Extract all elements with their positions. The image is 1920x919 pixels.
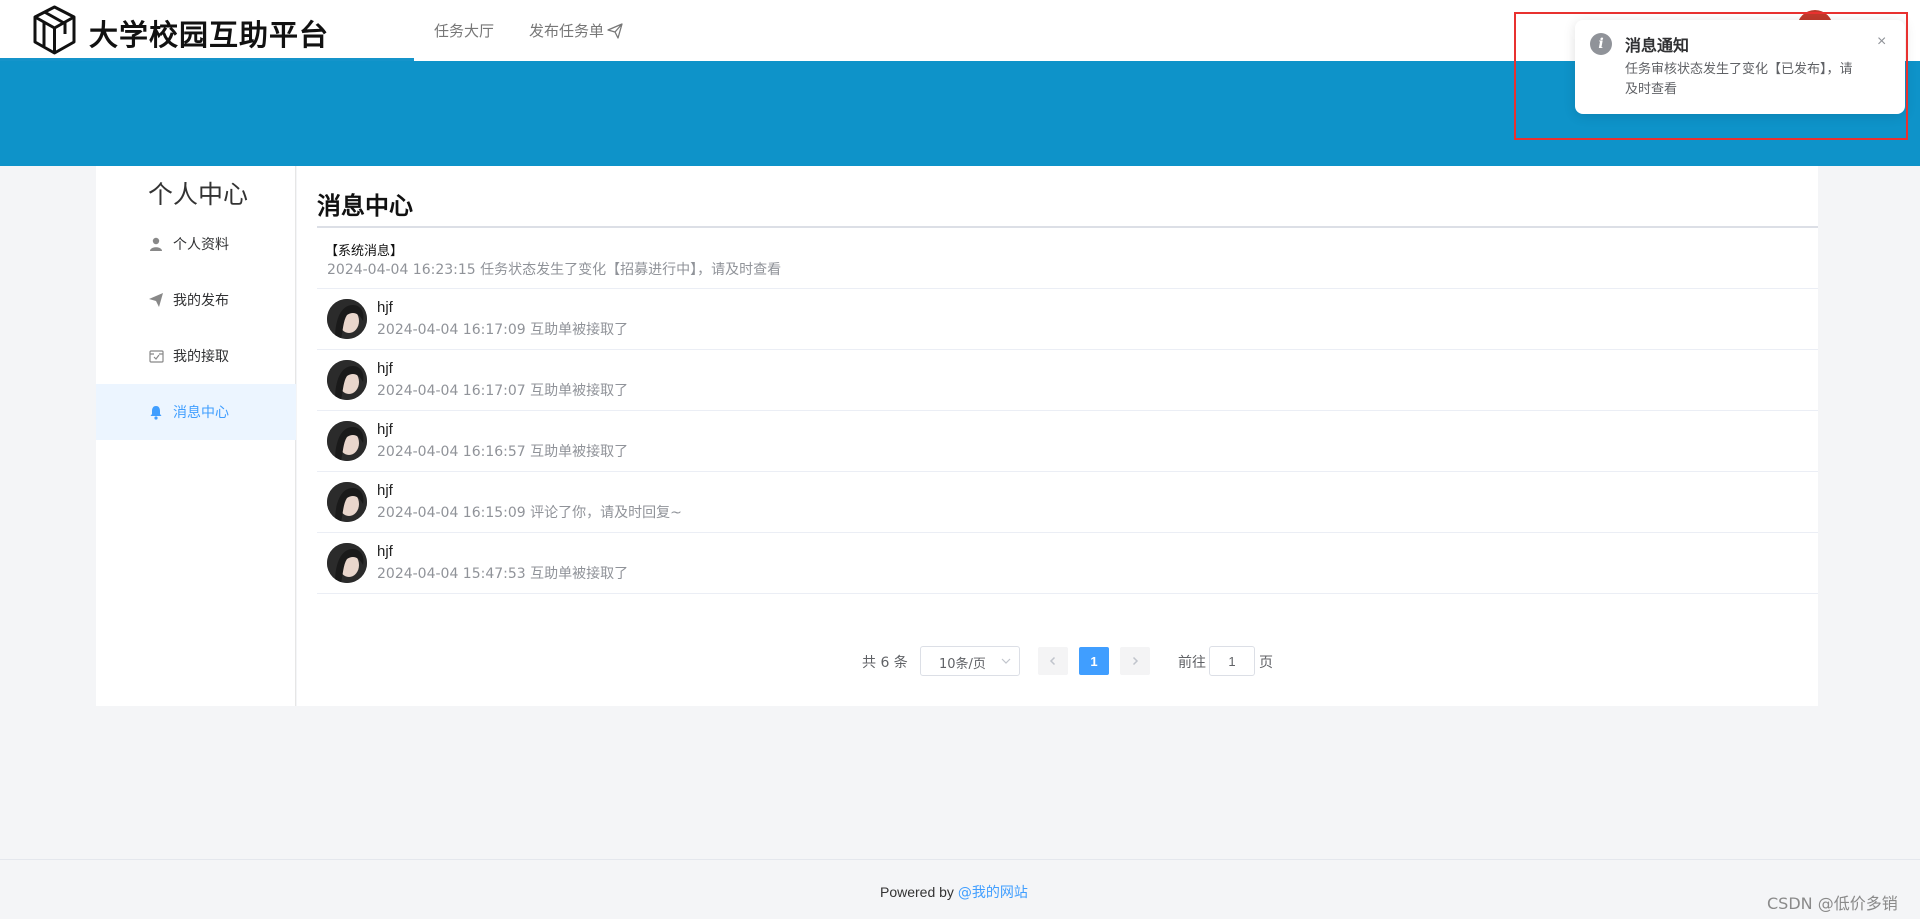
sidebar: 个人中心 个人资料 我的发布 我的接取 消息中心 [96, 166, 296, 706]
next-page-button[interactable] [1120, 647, 1150, 675]
chevron-left-icon [1049, 656, 1056, 666]
avatar [327, 360, 367, 400]
avatar [327, 421, 367, 461]
chevron-right-icon [1132, 656, 1139, 666]
goto-label: 前往 [1178, 655, 1206, 671]
user-icon [148, 236, 164, 252]
bell-icon [148, 404, 164, 420]
message-text: 2024-04-04 16:17:09 互助单被接取了 [377, 322, 629, 338]
message-text: 2024-04-04 16:15:09 评论了你，请及时回复~ [377, 505, 682, 521]
footer-prefix: Powered by [880, 884, 958, 900]
message-center-panel: 消息中心 【系统消息】 2024-04-04 16:23:15 任务状态发生了变… [297, 166, 1818, 706]
message-text: 2024-04-04 16:16:57 互助单被接取了 [377, 444, 629, 460]
list-item[interactable]: hjf 2024-04-04 16:16:57 互助单被接取了 [317, 411, 1818, 472]
nav-task-hall[interactable]: 任务大厅 [434, 20, 494, 41]
pagination-total: 共 6 条 [862, 655, 908, 671]
sender-name: hjf [377, 360, 393, 377]
send-icon [148, 292, 164, 308]
prev-page-button[interactable] [1038, 647, 1068, 675]
logo-cube-icon[interactable] [31, 4, 78, 56]
page-unit-label: 页 [1259, 655, 1273, 671]
highlight-box [1514, 12, 1908, 140]
page-size-value: 10条/页 [939, 657, 986, 672]
page-size-select[interactable]: 10条/页 [920, 646, 1020, 676]
sender-name: hjf [377, 421, 393, 438]
avatar [327, 543, 367, 583]
footer: Powered by @我的网站 [0, 859, 1920, 919]
footer-site-link[interactable]: @我的网站 [958, 885, 1028, 901]
sidebar-item-profile[interactable]: 个人资料 [96, 216, 296, 272]
sidebar-item-label: 消息中心 [173, 405, 229, 421]
nav-publish-label: 发布任务单 [529, 22, 605, 40]
message-text: 2024-04-04 16:17:07 互助单被接取了 [377, 383, 629, 399]
sidebar-item-label: 我的接取 [173, 349, 229, 365]
nav-publish-task[interactable]: 发布任务单 [529, 20, 623, 41]
pagination: 共 6 条 10条/页 1 前往 页 [297, 646, 1818, 676]
watermark: CSDN @低价多销 [1767, 894, 1898, 913]
list-item[interactable]: hjf 2024-04-04 15:47:53 互助单被接取了 [317, 533, 1818, 594]
page-title: 消息中心 [317, 192, 413, 220]
avatar [327, 299, 367, 339]
sidebar-title: 个人中心 [148, 180, 249, 209]
goto-page-input[interactable] [1209, 646, 1255, 676]
system-message-item[interactable]: 【系统消息】 2024-04-04 16:23:15 任务状态发生了变化【招募进… [317, 228, 1818, 289]
chevron-down-icon [1001, 655, 1011, 670]
system-message-header: 【系统消息】 [325, 244, 404, 259]
page-number-button[interactable]: 1 [1079, 647, 1109, 675]
footer-text: Powered by @我的网站 [880, 882, 1028, 902]
sidebar-item-my-posts[interactable]: 我的发布 [96, 272, 296, 328]
sender-name: hjf [377, 299, 393, 316]
sidebar-item-my-accepted[interactable]: 我的接取 [96, 328, 296, 384]
sender-name: hjf [377, 482, 393, 499]
sender-name: hjf [377, 543, 393, 560]
system-message-text: 2024-04-04 16:23:15 任务状态发生了变化【招募进行中】，请及时… [327, 262, 782, 278]
paper-plane-icon [607, 23, 623, 39]
sidebar-item-label: 个人资料 [173, 237, 229, 253]
list-item[interactable]: hjf 2024-04-04 16:15:09 评论了你，请及时回复~ [317, 472, 1818, 533]
list-item[interactable]: hjf 2024-04-04 16:17:09 互助单被接取了 [317, 289, 1818, 350]
site-title[interactable]: 大学校园互助平台 [89, 12, 329, 54]
message-text: 2024-04-04 15:47:53 互助单被接取了 [377, 566, 629, 582]
sidebar-item-messages[interactable]: 消息中心 [96, 384, 296, 440]
inbox-check-icon [148, 348, 164, 364]
list-item[interactable]: hjf 2024-04-04 16:17:07 互助单被接取了 [317, 350, 1818, 411]
sidebar-item-label: 我的发布 [173, 293, 229, 309]
avatar [327, 482, 367, 522]
